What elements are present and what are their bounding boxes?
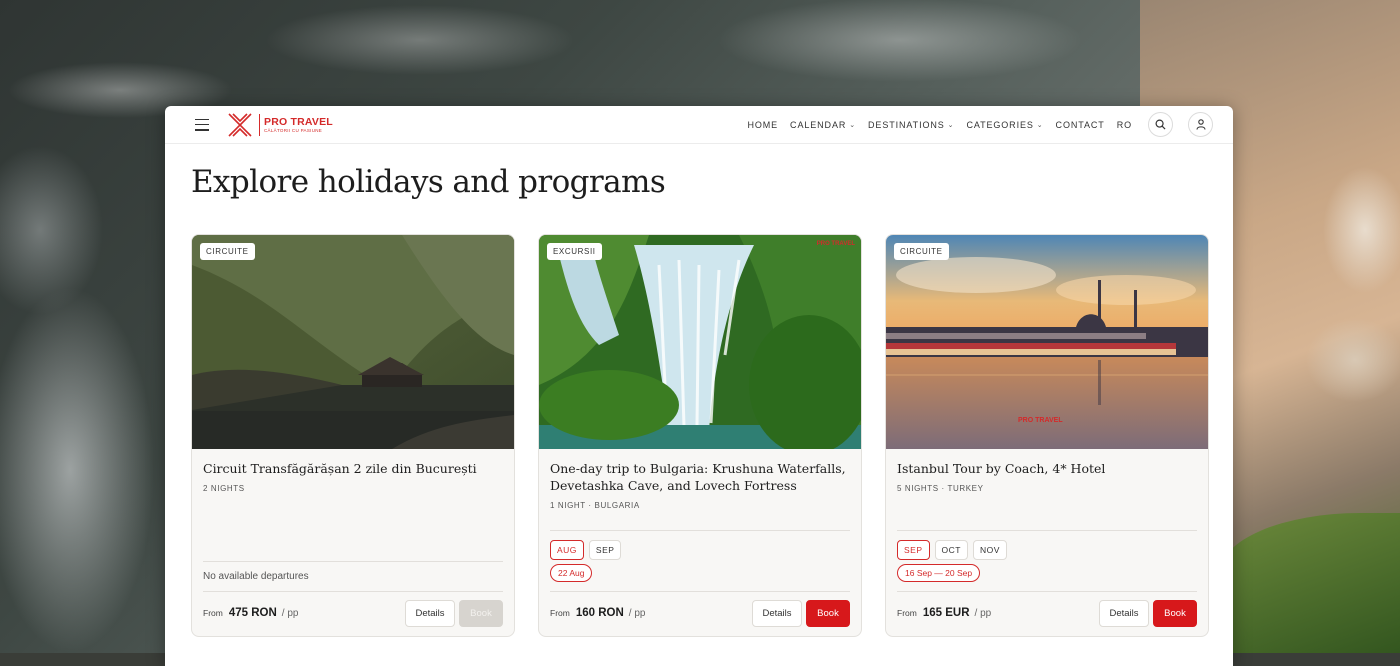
tour-card: CIRCUITE PRO TRAVEL Istanbul Tour by Coa…: [885, 234, 1209, 637]
nav-categories[interactable]: CATEGORIES ⌄: [966, 120, 1043, 130]
divider: [203, 561, 503, 562]
tour-card: CIRCUITE Circuit Transfăgărășan 2 zile d…: [191, 234, 515, 637]
tour-meta: 1 NIGHT · BULGARIA: [550, 501, 640, 510]
price: From 475 RON / pp: [203, 607, 298, 619]
nav-destinations-label: DESTINATIONS: [868, 119, 945, 130]
card-actions: Details Book: [1099, 600, 1197, 627]
nav-destinations[interactable]: DESTINATIONS ⌄: [868, 120, 954, 130]
chevron-down-icon: ⌄: [1036, 121, 1044, 129]
nav-contact-label: CONTACT: [1055, 119, 1105, 130]
month-selector: SEP OCT NOV: [897, 540, 1007, 560]
tour-image-istanbul[interactable]: CIRCUITE PRO TRAVEL: [886, 235, 1208, 449]
top-navbar: PRO TRAVEL CĂLĂTORII CU PASIUNE HOME CAL…: [165, 106, 1233, 144]
divider: [203, 591, 503, 592]
price-per-person: / pp: [281, 608, 299, 619]
price-per-person: / pp: [628, 608, 646, 619]
divider: [897, 530, 1197, 531]
month-chip[interactable]: NOV: [972, 540, 1007, 560]
chevron-down-icon: ⌄: [947, 121, 955, 129]
departure-date[interactable]: 16 Sep — 20 Sep: [897, 564, 981, 582]
tour-meta: 5 NIGHTS · TURKEY: [897, 484, 984, 493]
price-amount: 165 EUR: [922, 607, 970, 619]
tour-title[interactable]: Circuit Transfăgărășan 2 zile din Bucure…: [203, 460, 503, 477]
price-amount: 160 RON: [575, 607, 624, 619]
month-chip[interactable]: SEP: [588, 540, 622, 560]
logo-text: PRO TRAVEL CĂLĂTORII CU PASIUNE: [264, 116, 333, 134]
price-per-person: / pp: [974, 608, 992, 619]
details-button[interactable]: Details: [405, 600, 455, 627]
book-button[interactable]: Book: [1153, 600, 1197, 627]
user-icon: [1195, 119, 1206, 130]
nav-calendar[interactable]: CALENDAR ⌄: [790, 120, 856, 130]
nav-home-label: HOME: [747, 119, 779, 130]
nav-contact[interactable]: CONTACT: [1056, 120, 1105, 130]
brand-name: PRO TRAVEL: [264, 115, 333, 128]
tour-cards: CIRCUITE Circuit Transfăgărășan 2 zile d…: [191, 234, 1209, 637]
chevron-down-icon: ⌄: [849, 121, 857, 129]
nav-categories-label: CATEGORIES: [966, 119, 1034, 130]
page-title: Explore holidays and programs: [191, 164, 666, 200]
month-selector: AUG SEP: [550, 540, 622, 560]
language-switch[interactable]: RO: [1117, 120, 1132, 130]
waterfall-image: [539, 235, 861, 449]
price-amount: 475 RON: [228, 607, 277, 619]
account-button[interactable]: [1188, 112, 1213, 137]
tour-meta: 2 NIGHTS: [203, 484, 245, 493]
category-badge: CIRCUITE: [894, 243, 949, 260]
details-button[interactable]: Details: [1099, 600, 1149, 627]
main-panel: PRO TRAVEL CĂLĂTORII CU PASIUNE HOME CAL…: [165, 106, 1233, 666]
divider: [550, 591, 850, 592]
logo-divider: [259, 113, 260, 136]
price-from-label: From: [550, 608, 570, 618]
month-chip[interactable]: AUG: [550, 540, 584, 560]
mountain-lake-image: [192, 235, 514, 449]
nav-home[interactable]: HOME: [747, 120, 778, 130]
tour-title[interactable]: Istanbul Tour by Coach, 4* Hotel: [897, 460, 1197, 477]
category-badge: CIRCUITE: [200, 243, 255, 260]
departure-date[interactable]: 22 Aug: [550, 564, 593, 582]
month-chip[interactable]: OCT: [934, 540, 968, 560]
image-watermark: PRO TRAVEL: [816, 241, 855, 247]
brand-tagline: CĂLĂTORII CU PASIUNE: [264, 127, 323, 133]
tour-card: EXCURSII PRO TRAVEL One-day trip to Bulg…: [538, 234, 862, 637]
language-label: RO: [1116, 119, 1132, 130]
image-watermark: PRO TRAVEL: [1018, 417, 1063, 424]
category-badge: EXCURSII: [547, 243, 602, 260]
logo[interactable]: PRO TRAVEL CĂLĂTORII CU PASIUNE: [227, 112, 333, 138]
divider: [550, 530, 850, 531]
menu-icon[interactable]: [195, 118, 209, 131]
month-chip[interactable]: SEP: [897, 540, 930, 560]
price: From 160 RON / pp: [550, 607, 645, 619]
price-from-label: From: [897, 608, 917, 618]
tour-image-transfagarasan[interactable]: CIRCUITE: [192, 235, 514, 449]
card-actions: Details Book: [405, 600, 503, 627]
card-actions: Details Book: [752, 600, 850, 627]
search-button[interactable]: [1148, 112, 1173, 137]
details-button[interactable]: Details: [752, 600, 802, 627]
main-menu: HOME CALENDAR ⌄ DESTINATIONS ⌄ CATEGORIES ⌄…: [735, 112, 1213, 137]
book-button: Book: [459, 600, 503, 627]
price: From 165 EUR / pp: [897, 607, 991, 619]
divider: [897, 591, 1197, 592]
logo-mark-icon: [228, 112, 252, 137]
tour-title[interactable]: One-day trip to Bulgaria: Krushuna Water…: [550, 460, 850, 494]
nav-calendar-label: CALENDAR: [790, 119, 847, 130]
tour-image-krushuna[interactable]: EXCURSII PRO TRAVEL: [539, 235, 861, 449]
search-icon: [1155, 119, 1166, 130]
no-departures-text: No available departures: [203, 571, 309, 582]
book-button[interactable]: Book: [806, 600, 850, 627]
price-from-label: From: [203, 608, 223, 618]
